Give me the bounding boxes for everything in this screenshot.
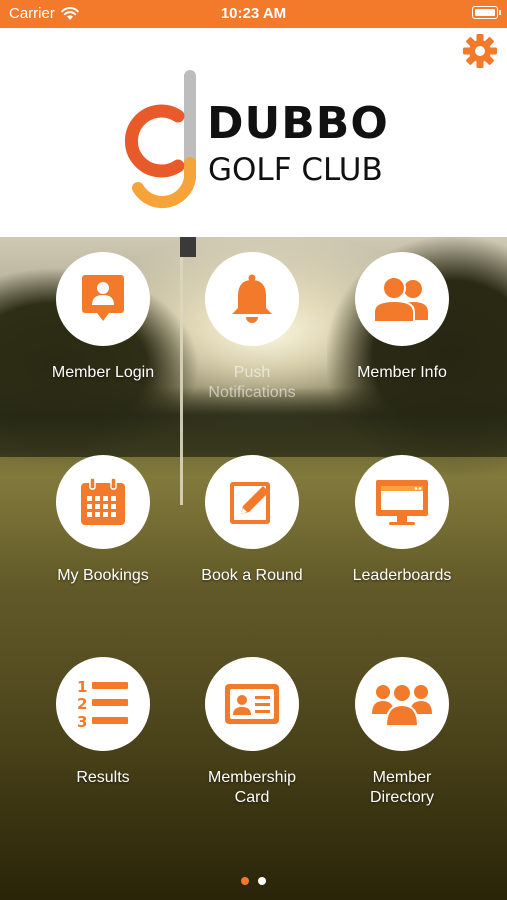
tile-my-bookings[interactable]: My Bookings (28, 455, 178, 586)
tile-member-login[interactable]: Member Login (28, 252, 178, 383)
group-icon (372, 683, 432, 727)
club-logo: DUBBO GOLF CLUB (116, 68, 396, 218)
id-card-icon (225, 684, 279, 724)
logo-mark-icon (124, 70, 196, 209)
header: DUBBO GOLF CLUB (0, 28, 507, 237)
tile-label: My Bookings (57, 567, 149, 584)
page-dot-1[interactable] (241, 877, 249, 885)
tile-circle (205, 657, 299, 751)
page-dot-2[interactable] (258, 877, 266, 885)
tile-book-a-round[interactable]: Book a Round (177, 455, 327, 586)
numbered-list-icon: 1 2 3 (77, 678, 128, 730)
tile-circle (205, 455, 299, 549)
tile-circle (355, 657, 449, 751)
svg-text:3: 3 (77, 713, 87, 730)
svg-text:1: 1 (77, 678, 87, 696)
tile-label: Push Notifications (208, 364, 296, 401)
tile-results[interactable]: 1 2 3 Results (28, 657, 178, 788)
tile-member-directory[interactable]: Member Directory (327, 657, 477, 808)
member-login-icon (82, 275, 124, 321)
tile-label: Book a Round (201, 567, 303, 584)
tile-label: Member Info (357, 364, 447, 381)
tile-label: Membership Card (207, 769, 297, 806)
tile-label: Leaderboards (352, 567, 452, 584)
tile-leaderboards[interactable]: Leaderboards (327, 455, 477, 586)
menu-background: Member Login Push Notifications Member In… (0, 237, 507, 900)
tile-push-notifications[interactable]: Push Notifications (177, 252, 327, 403)
calendar-icon (81, 477, 125, 525)
logo-subtitle: GOLF CLUB (208, 152, 383, 188)
pencil-icon (230, 482, 270, 524)
tile-circle: 1 2 3 (56, 657, 150, 751)
tile-circle (56, 455, 150, 549)
tile-label: Member Directory (369, 769, 434, 806)
tile-label: Member Login (51, 364, 155, 381)
gear-icon (463, 34, 497, 68)
monitor-icon (376, 480, 428, 525)
svg-text:2: 2 (77, 695, 87, 713)
status-time: 10:23 AM (220, 5, 287, 22)
battery-icon (472, 6, 501, 19)
users-icon (373, 276, 428, 323)
tile-label: Results (76, 769, 130, 786)
settings-button[interactable] (461, 32, 499, 70)
logo-title: DUBBO (207, 98, 389, 149)
tile-circle (56, 252, 150, 346)
tile-membership-card[interactable]: Membership Card (177, 657, 327, 808)
tile-member-info[interactable]: Member Info (327, 252, 477, 383)
tile-circle (355, 455, 449, 549)
battery-fill (474, 8, 495, 16)
status-bar: Carrier 10:23 AM (0, 0, 507, 28)
bell-icon (232, 274, 272, 323)
page-indicator (0, 877, 507, 887)
tile-circle (355, 252, 449, 346)
tile-circle (205, 252, 299, 346)
